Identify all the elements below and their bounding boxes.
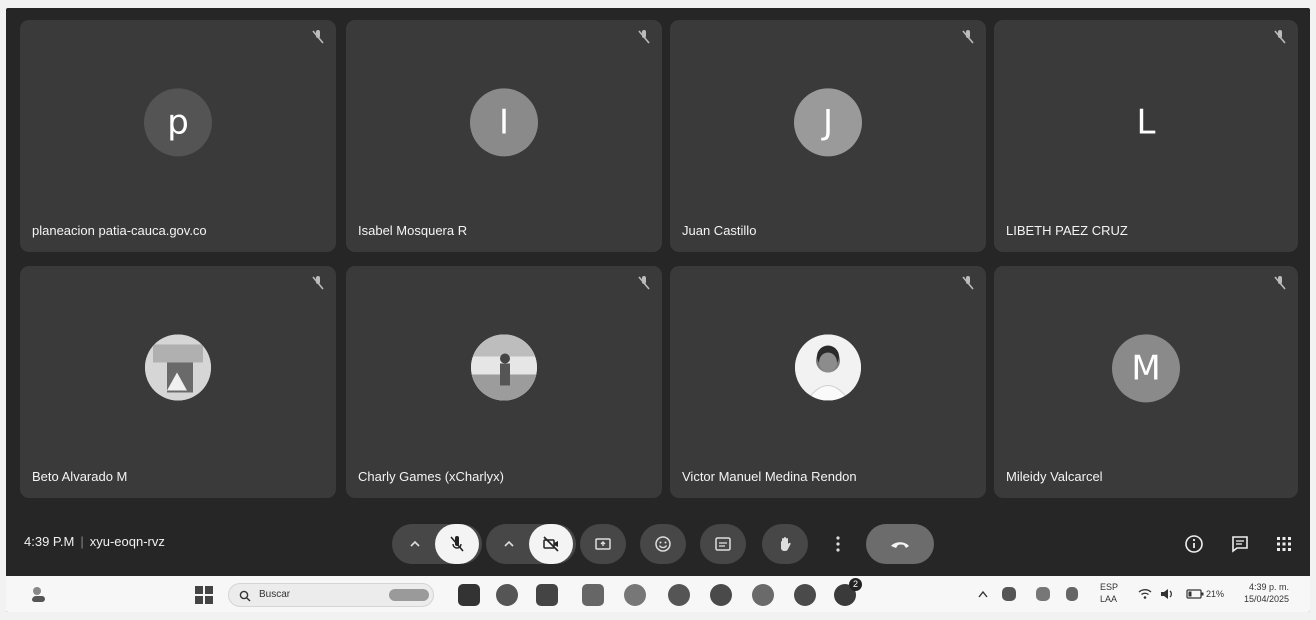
chrome-profile-icon[interactable] xyxy=(710,584,732,606)
participant-name: Juan Castillo xyxy=(682,223,757,238)
mic-toggle-button[interactable] xyxy=(435,524,479,564)
participant-name: Charly Games (xCharlyx) xyxy=(358,469,504,484)
mic-muted-icon xyxy=(1274,276,1286,290)
participant-name: Beto Alvarado M xyxy=(32,469,128,484)
profile-photo xyxy=(795,334,861,401)
reactions-button[interactable] xyxy=(640,524,686,564)
avatar: J xyxy=(794,88,862,157)
video-options-button[interactable] xyxy=(489,524,529,564)
camera-off-icon xyxy=(543,536,559,552)
activities-button[interactable] xyxy=(1272,532,1296,556)
teams-icon[interactable] xyxy=(536,584,558,606)
chevron-up-icon xyxy=(504,540,514,547)
meeting-code: xyu-eoqn-rvz xyxy=(89,534,165,549)
participant-tile[interactable]: Beto Alvarado M xyxy=(20,266,336,498)
activities-icon xyxy=(1277,537,1291,551)
more-options-icon xyxy=(836,536,840,552)
wifi-icon[interactable] xyxy=(1138,588,1152,600)
camera-toggle-button[interactable] xyxy=(529,524,573,564)
participant-name: LIBETH PAEZ CRUZ xyxy=(1006,223,1128,238)
avatar: M xyxy=(1112,334,1180,403)
participant-tile[interactable]: Charly Games (xCharlyx) xyxy=(346,266,662,498)
mic-muted-icon xyxy=(638,30,650,44)
separator: | xyxy=(80,534,84,549)
mic-muted-icon xyxy=(962,276,974,290)
info-icon xyxy=(1185,535,1203,553)
windows-taskbar: Buscar 2 ESP LAA 21% 4:39 p. m. 15/04/20… xyxy=(6,576,1310,612)
participant-tile[interactable]: Victor Manuel Medina Rendon xyxy=(670,266,986,498)
avatar: I xyxy=(470,88,538,157)
task-view-icon[interactable] xyxy=(458,584,480,606)
participant-tile[interactable]: M Mileidy Valcarcel xyxy=(994,266,1298,498)
battery-percent: 21% xyxy=(1206,589,1225,599)
participant-tile[interactable]: p planeacion patia-cauca.gov.co xyxy=(20,20,336,252)
tray-app-icon[interactable] xyxy=(1036,587,1050,601)
audio-options-button[interactable] xyxy=(395,524,435,564)
emoji-icon xyxy=(655,536,671,552)
file-explorer-icon[interactable] xyxy=(582,584,604,606)
notification-badge: 2 xyxy=(849,578,862,591)
keyboard-layout: LAA xyxy=(1100,594,1118,604)
captions-button[interactable] xyxy=(700,524,746,564)
mic-off-icon xyxy=(450,536,464,552)
profile-photo xyxy=(471,334,537,401)
input-language[interactable]: ESP LAA xyxy=(1100,581,1118,605)
participant-tile[interactable]: I Isabel Mosquera R xyxy=(346,20,662,252)
participant-tile[interactable]: J Juan Castillo xyxy=(670,20,986,252)
leave-call-button[interactable] xyxy=(866,524,934,564)
profile-photo xyxy=(145,334,211,401)
captions-icon xyxy=(715,537,731,551)
mic-muted-icon xyxy=(638,276,650,290)
weather-icon[interactable] xyxy=(28,584,50,604)
search-placeholder: Buscar xyxy=(259,589,291,600)
chevron-up-icon[interactable] xyxy=(978,590,988,598)
participant-tile[interactable]: L LIBETH PAEZ CRUZ xyxy=(994,20,1298,252)
edge-icon[interactable] xyxy=(624,584,646,606)
system-clock[interactable]: 4:39 p. m. 15/04/2025 xyxy=(1244,581,1289,605)
mic-muted-icon xyxy=(1274,30,1286,44)
meet-window: p planeacion patia-cauca.gov.co I Isabel… xyxy=(6,8,1310,612)
meeting-time: 4:39 P.M xyxy=(24,534,75,549)
chat-icon xyxy=(1232,536,1248,553)
meeting-info: 4:39 P.M | xyu-eoqn-rvz xyxy=(24,534,165,549)
windows-start-icon[interactable] xyxy=(194,585,214,605)
raise-hand-button[interactable] xyxy=(762,524,808,564)
battery-icon[interactable] xyxy=(1186,588,1204,600)
avatar: L xyxy=(1136,102,1156,143)
language-code: ESP xyxy=(1100,582,1119,592)
widgets-icon[interactable] xyxy=(496,584,518,606)
chrome-icon[interactable] xyxy=(668,584,690,606)
chrome-app-icon[interactable] xyxy=(794,584,816,606)
meeting-details-button[interactable] xyxy=(1182,532,1206,556)
mic-muted-icon xyxy=(962,30,974,44)
tray-app-icon[interactable] xyxy=(1066,587,1078,601)
search-highlight-image xyxy=(389,589,429,601)
present-screen-icon xyxy=(595,538,611,550)
volume-icon[interactable] xyxy=(1160,588,1174,600)
raise-hand-icon xyxy=(781,537,791,552)
mic-muted-icon xyxy=(312,276,324,290)
hang-up-icon xyxy=(891,542,909,548)
mic-muted-icon xyxy=(312,30,324,44)
search-icon xyxy=(239,590,251,602)
clock-date: 15/04/2025 xyxy=(1244,594,1290,604)
meeting-control-bar: 4:39 P.M | xyu-eoqn-rvz xyxy=(6,510,1310,576)
mic-group xyxy=(392,524,482,564)
participant-name: Mileidy Valcarcel xyxy=(1006,469,1103,484)
more-options-button[interactable] xyxy=(824,524,852,564)
settings-icon[interactable] xyxy=(752,584,774,606)
avatar: p xyxy=(144,88,212,157)
participant-name: planeacion patia-cauca.gov.co xyxy=(32,223,207,238)
present-screen-button[interactable] xyxy=(580,524,626,564)
chat-button[interactable] xyxy=(1228,532,1252,556)
camera-group xyxy=(486,524,576,564)
clock-time: 4:39 p. m. xyxy=(1249,582,1290,592)
taskbar-search[interactable]: Buscar xyxy=(228,583,434,607)
participant-name: Isabel Mosquera R xyxy=(358,223,468,238)
tray-app-icon[interactable] xyxy=(1002,587,1016,601)
participant-name: Victor Manuel Medina Rendon xyxy=(682,469,857,484)
chevron-up-icon xyxy=(410,540,420,547)
